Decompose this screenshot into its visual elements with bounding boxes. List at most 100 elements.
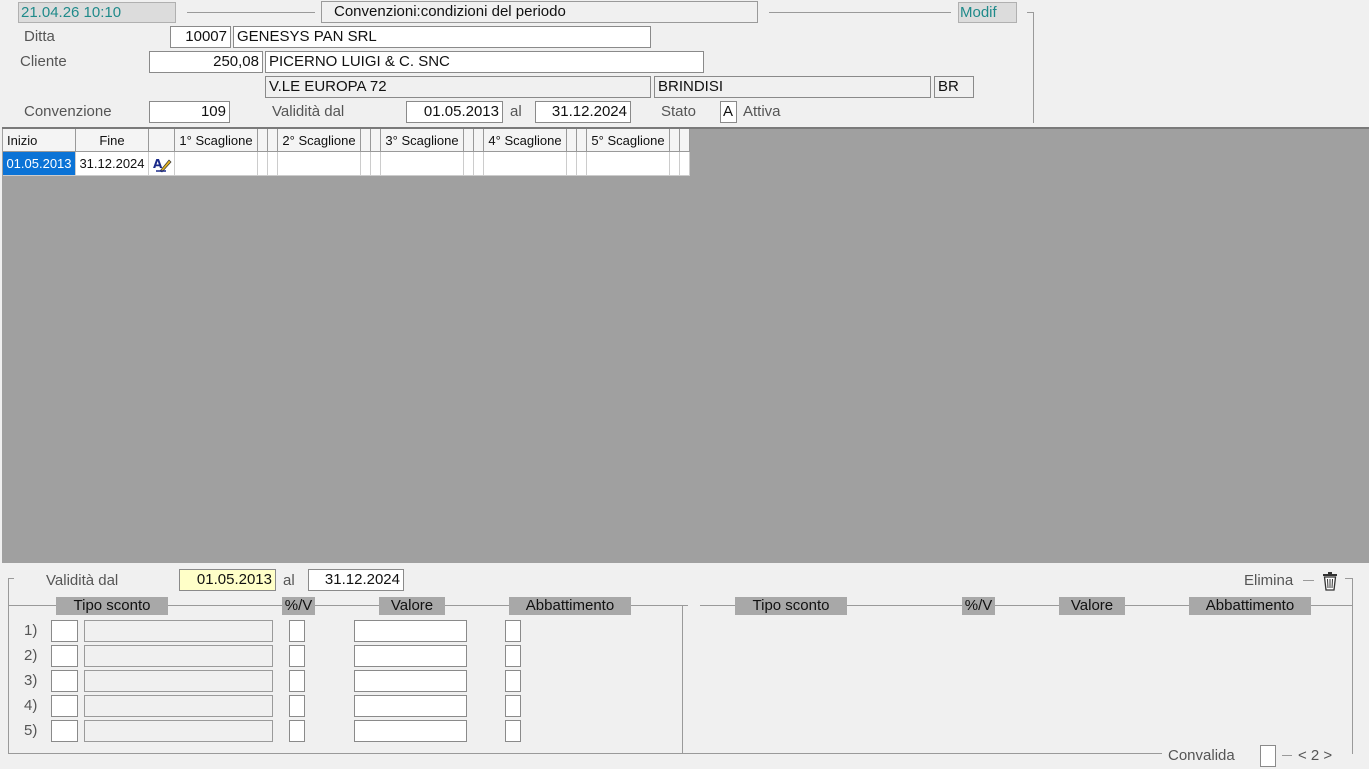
row-5-tipo-sconto xyxy=(84,720,273,742)
header-line-right xyxy=(769,12,951,13)
detail-top-left-line xyxy=(8,578,14,579)
grid-cell-scaglione-2[interactable] xyxy=(278,152,361,176)
right-col-valore: Valore xyxy=(1059,597,1125,615)
grid-header-fine[interactable]: Fine xyxy=(76,129,149,152)
grid-cell-fine[interactable]: 31.12.2024 xyxy=(76,152,149,176)
grid-cell-scaglione-4[interactable] xyxy=(484,152,567,176)
grid-cell-spacer xyxy=(258,152,268,176)
validita-to-field[interactable]: 31.12.2024 xyxy=(535,101,631,123)
row-1-code[interactable] xyxy=(51,620,78,642)
detail-al-label: al xyxy=(283,572,295,589)
stato-code-field[interactable]: A xyxy=(720,101,737,123)
province-field: BR xyxy=(934,76,974,98)
row-1-pv[interactable] xyxy=(289,620,305,642)
grid-header-spacer xyxy=(474,129,484,152)
grid-cell-spacer xyxy=(567,152,577,176)
elimina-label: Elimina xyxy=(1244,572,1294,589)
address-field: V.LE EUROPA 72 xyxy=(265,76,651,98)
row-3-pv[interactable] xyxy=(289,670,305,692)
elimina-line xyxy=(1303,580,1314,581)
column-divider xyxy=(682,605,683,753)
row-4-code[interactable] xyxy=(51,695,78,717)
ditta-label: Ditta xyxy=(24,28,55,45)
grid-header-spacer xyxy=(670,129,680,152)
grid-cell-scaglione-1[interactable] xyxy=(175,152,258,176)
header-right-border xyxy=(1033,12,1034,123)
grid-header-scaglione-1[interactable]: 1° Scaglione xyxy=(175,129,258,152)
detail-validita-label: Validità dal xyxy=(46,572,119,589)
row-4-valore[interactable] xyxy=(354,695,467,717)
grid-header-spacer xyxy=(577,129,587,152)
left-col-pv: %/V xyxy=(282,597,315,615)
header-line-left xyxy=(187,12,315,13)
grid-cell-scaglione-3[interactable] xyxy=(381,152,464,176)
cliente-label: Cliente xyxy=(20,53,67,70)
row-5-abbattimento[interactable] xyxy=(505,720,521,742)
cliente-code-field[interactable]: 250,08 xyxy=(149,51,263,73)
right-col-pv: %/V xyxy=(962,597,995,615)
detail-bottom-line xyxy=(8,753,1162,754)
row-3-valore[interactable] xyxy=(354,670,467,692)
stato-label: Stato xyxy=(661,103,697,120)
row-4-pv[interactable] xyxy=(289,695,305,717)
row-5-pv[interactable] xyxy=(289,720,305,742)
grid-header-spacer xyxy=(258,129,268,152)
grid-header-scaglione-3[interactable]: 3° Scaglione xyxy=(381,129,464,152)
validita-from-field[interactable]: 01.05.2013 xyxy=(406,101,503,123)
row-2-abbattimento[interactable] xyxy=(505,645,521,667)
validita-label: Validità dal xyxy=(272,103,345,120)
convalida-line xyxy=(1282,755,1292,756)
grid-header-scaglione-4[interactable]: 4° Scaglione xyxy=(484,129,567,152)
ditta-name-field: GENESYS PAN SRL xyxy=(233,26,651,48)
grid-header-spacer xyxy=(268,129,278,152)
grid-cell-spacer xyxy=(577,152,587,176)
edit-pencil-icon[interactable]: A xyxy=(149,152,175,176)
detail-validita-from-field[interactable]: 01.05.2013 xyxy=(179,569,276,591)
datetime-display: 21.04.26 10:10 xyxy=(18,2,176,23)
grid-header-spacer xyxy=(371,129,381,152)
window-title: Convenzioni:condizioni del periodo xyxy=(321,1,758,23)
grid-header-spacer xyxy=(361,129,371,152)
row-2-tipo-sconto xyxy=(84,645,273,667)
grid-header-scaglione-2[interactable]: 2° Scaglione xyxy=(278,129,361,152)
row-3-abbattimento[interactable] xyxy=(505,670,521,692)
grid-cell-inizio[interactable]: 01.05.2013 xyxy=(3,152,76,176)
row-5-valore[interactable] xyxy=(354,720,467,742)
grid-header-icon-col xyxy=(149,129,175,152)
convalida-label: Convalida xyxy=(1168,746,1239,766)
row-label-3: 3) xyxy=(24,672,38,689)
ditta-code-field[interactable]: 10007 xyxy=(170,26,231,48)
row-label-1: 1) xyxy=(24,622,38,639)
grid-cell-spacer xyxy=(670,152,680,176)
row-4-abbattimento[interactable] xyxy=(505,695,521,717)
conditions-grid[interactable] xyxy=(2,127,1369,563)
row-2-code[interactable] xyxy=(51,645,78,667)
stato-text: Attiva xyxy=(743,103,781,120)
row-1-valore[interactable] xyxy=(354,620,467,642)
detail-validita-to-field[interactable]: 31.12.2024 xyxy=(308,569,404,591)
row-2-valore[interactable] xyxy=(354,645,467,667)
cliente-name-field: PICERNO LUIGI & C. SNC xyxy=(265,51,704,73)
grid-cell-scaglione-5[interactable] xyxy=(587,152,670,176)
row-1-abbattimento[interactable] xyxy=(505,620,521,642)
city-field: BRINDISI xyxy=(654,76,931,98)
grid-cell-spacer xyxy=(474,152,484,176)
grid-cell-spacer xyxy=(361,152,371,176)
convalida-checkbox[interactable] xyxy=(1260,745,1276,767)
pager[interactable]: < 2 > xyxy=(1298,746,1333,766)
row-label-5: 5) xyxy=(24,722,38,739)
grid-header-scaglione-5[interactable]: 5° Scaglione xyxy=(587,129,670,152)
row-2-pv[interactable] xyxy=(289,645,305,667)
trash-icon[interactable] xyxy=(1320,571,1340,591)
row-3-code[interactable] xyxy=(51,670,78,692)
grid-header-spacer xyxy=(567,129,577,152)
grid-header-inizio[interactable]: Inizio xyxy=(3,129,76,152)
row-4-tipo-sconto xyxy=(84,695,273,717)
convenzione-code-field[interactable]: 109 xyxy=(149,101,230,123)
row-5-code[interactable] xyxy=(51,720,78,742)
grid-cell-spacer xyxy=(371,152,381,176)
right-col-abbattimento: Abbattimento xyxy=(1189,597,1311,615)
grid-header-spacer xyxy=(464,129,474,152)
grid-header-spacer xyxy=(680,129,690,152)
left-col-tipo-sconto: Tipo sconto xyxy=(56,597,168,615)
